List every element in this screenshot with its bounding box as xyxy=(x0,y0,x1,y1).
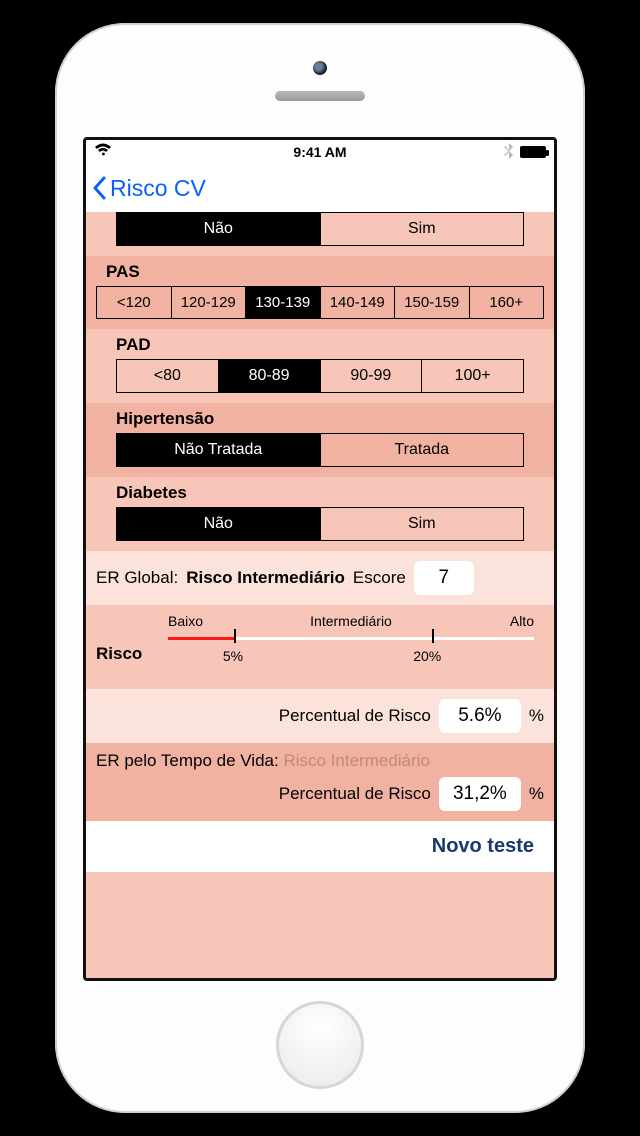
percent-risk-value: 5.6% xyxy=(439,699,521,733)
lifetime-percent-unit: % xyxy=(529,784,544,804)
percent-risk-row: Percentual de Risco 5.6% % xyxy=(86,689,554,743)
back-chevron-icon[interactable] xyxy=(92,176,108,200)
seg-pad-opt-0[interactable]: <80 xyxy=(117,360,219,392)
seg-top-opt-sim[interactable]: Sim xyxy=(321,213,524,245)
new-test-button[interactable]: Novo teste xyxy=(432,835,534,857)
seg-pas-opt-5[interactable]: 160+ xyxy=(470,287,544,318)
risk-track[interactable] xyxy=(168,637,534,640)
seg-diabetes: Não Sim xyxy=(116,507,524,541)
risk-cat-low: Baixo xyxy=(168,613,241,629)
risk-cat-mid: Intermediário xyxy=(278,613,424,629)
statusbar-time: 9:41 AM xyxy=(293,144,346,160)
screen: 9:41 AM Risco CV Não Sim xyxy=(83,137,557,981)
seg-top-opt-nao[interactable]: Não xyxy=(117,213,321,245)
risk-scale-block: Risco Baixo Intermediário Alto 5% 20% xyxy=(86,605,554,689)
seg-pas-opt-0[interactable]: <120 xyxy=(97,287,172,318)
seg-pad: <80 80-89 90-99 100+ xyxy=(116,359,524,393)
seg-pas-opt-4[interactable]: 150-159 xyxy=(395,287,470,318)
seg-pas-opt-3[interactable]: 140-149 xyxy=(321,287,396,318)
battery-icon xyxy=(520,146,546,158)
lifetime-percent-label: Percentual de Risco xyxy=(279,784,431,804)
label-pas: PAS xyxy=(106,262,544,282)
risk-track-filled xyxy=(168,637,234,640)
seg-pas-opt-1[interactable]: 120-129 xyxy=(172,287,247,318)
label-diabetes: Diabetes xyxy=(116,483,544,503)
seg-pas-opt-2[interactable]: 130-139 xyxy=(246,287,321,318)
percent-risk-label: Percentual de Risco xyxy=(279,706,431,726)
back-title[interactable]: Risco CV xyxy=(110,175,206,202)
seg-diab-opt-1[interactable]: Sim xyxy=(321,508,524,540)
er-global-row: ER Global: Risco Intermediário Escore 7 xyxy=(86,551,554,605)
seg-top: Não Sim xyxy=(116,212,524,246)
lifetime-block: ER pelo Tempo de Vida: Risco Intermediár… xyxy=(86,743,554,821)
content: Não Sim PAS <120 120-129 130-139 140-149… xyxy=(86,212,554,978)
home-button[interactable] xyxy=(276,1001,364,1089)
wifi-icon xyxy=(94,143,112,162)
percent-risk-unit: % xyxy=(529,706,544,726)
risk-pct-20: 20% xyxy=(413,648,441,664)
er-global-label: ER Global: xyxy=(96,568,178,588)
lifetime-value: Risco Intermediário xyxy=(283,751,429,770)
seg-hip-opt-1[interactable]: Tratada xyxy=(321,434,524,466)
risk-scale: Baixo Intermediário Alto 5% 20% xyxy=(168,613,534,677)
seg-pad-opt-1[interactable]: 80-89 xyxy=(219,360,321,392)
status-bar: 9:41 AM xyxy=(86,140,554,164)
risk-side-label: Risco xyxy=(96,644,142,664)
er-global-score-label: Escore xyxy=(353,568,406,588)
seg-pas: <120 120-129 130-139 140-149 150-159 160… xyxy=(96,286,544,319)
phone-frame: 9:41 AM Risco CV Não Sim xyxy=(55,23,585,1113)
risk-pct-5: 5% xyxy=(223,648,243,664)
seg-pad-opt-2[interactable]: 90-99 xyxy=(321,360,423,392)
seg-diab-opt-0[interactable]: Não xyxy=(117,508,321,540)
risk-tick-5 xyxy=(234,629,236,643)
footer: Novo teste xyxy=(86,821,554,872)
front-camera xyxy=(313,61,327,75)
risk-tick-20 xyxy=(432,629,434,643)
label-hipertensao: Hipertensão xyxy=(116,409,544,429)
er-global-score-value: 7 xyxy=(414,561,474,595)
er-global-value: Risco Intermediário xyxy=(186,568,345,588)
label-pad: PAD xyxy=(116,335,544,355)
seg-hipertensao: Não Tratada Tratada xyxy=(116,433,524,467)
earpiece-speaker xyxy=(275,91,365,101)
seg-pad-opt-3[interactable]: 100+ xyxy=(422,360,523,392)
lifetime-label: ER pelo Tempo de Vida: xyxy=(96,751,279,770)
lifetime-percent-value: 31,2% xyxy=(439,777,521,811)
risk-cat-high: Alto xyxy=(461,613,534,629)
bluetooth-icon xyxy=(504,143,514,162)
nav-bar: Risco CV xyxy=(86,164,554,212)
seg-hip-opt-0[interactable]: Não Tratada xyxy=(117,434,321,466)
